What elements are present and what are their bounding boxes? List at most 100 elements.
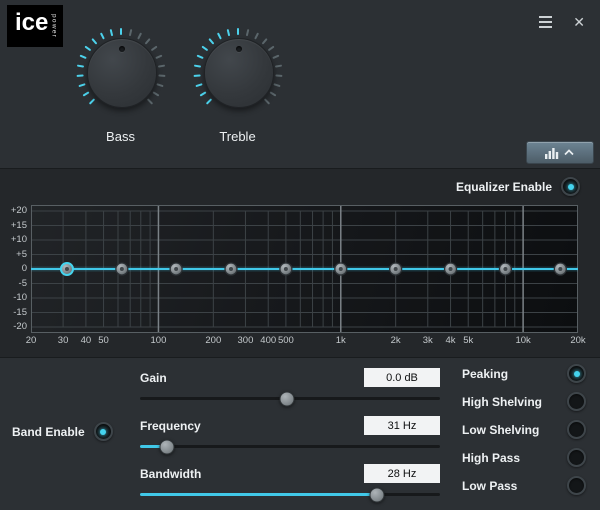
filter-type-list: Peaking High Shelving Low Shelving High Pas… xyxy=(462,364,586,504)
window-controls: ✕ xyxy=(537,14,585,30)
slider-fill xyxy=(140,493,377,496)
filter-type-radio-peaking[interactable] xyxy=(567,364,586,383)
filter-type-high-shelving[interactable]: High Shelving xyxy=(462,392,586,411)
filter-type-label-peaking: Peaking xyxy=(462,367,508,381)
filter-type-low-shelving[interactable]: Low Shelving xyxy=(462,420,586,439)
eq-y-label: -15 xyxy=(13,308,27,318)
plugin-window: ice power ✕ Bass xyxy=(0,0,600,510)
treble-knob[interactable] xyxy=(204,38,274,108)
slider-handle-frequency[interactable] xyxy=(160,439,175,454)
knob-tick xyxy=(208,38,214,45)
slider-track-frequency[interactable] xyxy=(140,445,440,448)
filter-type-label-high-pass: High Pass xyxy=(462,451,520,465)
knob-tick xyxy=(216,32,221,39)
close-icon[interactable]: ✕ xyxy=(573,15,585,29)
menu-icon[interactable] xyxy=(537,14,554,30)
knob-tick xyxy=(78,83,85,87)
knob-tick xyxy=(193,74,200,77)
knob-tick xyxy=(254,32,259,39)
eq-x-label: 40 xyxy=(81,335,92,346)
knob-tick xyxy=(196,54,203,59)
bass-knob-area xyxy=(71,22,171,122)
filter-type-radio-low-pass[interactable] xyxy=(567,476,586,495)
logo-text: ice xyxy=(15,12,48,38)
slider-track-gain[interactable] xyxy=(140,397,440,400)
treble-knob-block: Treble xyxy=(179,22,296,144)
eq-x-label: 200 xyxy=(205,335,221,346)
filter-type-radio-low-shelving[interactable] xyxy=(567,420,586,439)
slider-group-frequency: Frequency31 Hz xyxy=(140,416,440,448)
filter-type-label-high-shelving: High Shelving xyxy=(462,395,542,409)
eq-graph[interactable] xyxy=(31,205,578,333)
filter-type-label-low-pass: Low Pass xyxy=(462,479,517,493)
filter-type-label-low-shelving: Low Shelving xyxy=(462,423,539,437)
equalizer-enable-radio[interactable] xyxy=(561,177,580,196)
knob-tick xyxy=(146,98,152,104)
eq-x-label: 100 xyxy=(151,335,167,346)
eq-x-label: 5k xyxy=(463,335,473,346)
knob-tick xyxy=(201,45,208,51)
knob-tick xyxy=(237,28,239,35)
knob-tick xyxy=(137,32,142,39)
knob-tick xyxy=(195,83,202,87)
knob-tick xyxy=(261,38,267,45)
tone-knobs: Bass Treble xyxy=(62,22,296,144)
filter-type-radio-high-shelving[interactable] xyxy=(567,392,586,411)
eq-y-label: +10 xyxy=(11,235,27,245)
eq-x-label: 1k xyxy=(336,335,346,346)
slider-handle-bandwidth[interactable] xyxy=(370,487,385,502)
knob-tick xyxy=(273,83,280,87)
knob-tick xyxy=(79,54,86,59)
filter-type-radio-high-pass[interactable] xyxy=(567,448,586,467)
slider-group-gain: Gain 0.0 dB xyxy=(140,368,440,400)
eq-x-label: 50 xyxy=(98,335,109,346)
slider-label-bandwidth: Bandwidth xyxy=(140,467,201,481)
eq-x-label: 10k xyxy=(515,335,530,346)
bass-knob[interactable] xyxy=(87,38,157,108)
eq-x-label: 3k xyxy=(423,335,433,346)
eq-y-label: -5 xyxy=(19,279,27,289)
knob-tick xyxy=(82,91,89,96)
band-sliders: Gain 0.0 dB Frequency31 Hz Bandwidth 28 Hz xyxy=(140,368,440,510)
band-enable-radio[interactable] xyxy=(94,422,113,441)
bass-knob-block: Bass xyxy=(62,22,179,144)
filter-type-high-pass[interactable]: High Pass xyxy=(462,448,586,467)
bass-knob-label: Bass xyxy=(62,129,179,144)
band-controls-section: Band Enable Gain 0.0 dB Frequency31 Hz Band… xyxy=(0,358,600,510)
eq-band-node-center xyxy=(339,267,343,271)
eq-band-node-center xyxy=(394,267,398,271)
knob-indicator-dot xyxy=(119,46,125,52)
logo-subtext: power xyxy=(50,12,57,38)
knob-tick xyxy=(128,28,132,35)
eq-x-label: 400 xyxy=(260,335,276,346)
knob-tick xyxy=(245,28,249,35)
knob-tick xyxy=(157,64,164,67)
eq-x-label: 300 xyxy=(238,335,254,346)
filter-type-peaking[interactable]: Peaking xyxy=(462,364,586,383)
eq-y-label: -10 xyxy=(13,293,27,303)
knob-indicator-dot xyxy=(236,46,242,52)
slider-handle-gain[interactable] xyxy=(280,391,295,406)
eq-y-label: +15 xyxy=(11,221,27,231)
slider-value-gain[interactable]: 0.0 dB xyxy=(364,368,440,387)
slider-value-frequency[interactable]: 31 Hz xyxy=(364,416,440,435)
equalizer-panel: Equalizer Enable +20+15+10+50-5-10-15-20… xyxy=(0,168,600,358)
slider-label-gain: Gain xyxy=(140,371,167,385)
eq-x-label: 20 xyxy=(26,335,37,346)
eq-band-node-center xyxy=(229,267,233,271)
eq-band-node-center xyxy=(65,267,69,271)
knob-tick xyxy=(267,45,274,51)
knob-tick xyxy=(120,28,122,35)
knob-tick xyxy=(263,98,269,104)
eq-band-node-center xyxy=(120,267,124,271)
knob-tick xyxy=(84,45,91,51)
filter-type-low-pass[interactable]: Low Pass xyxy=(462,476,586,495)
eq-collapse-button[interactable] xyxy=(526,141,594,164)
knob-tick xyxy=(193,64,200,67)
knob-tick xyxy=(76,74,83,77)
ice-power-logo: ice power xyxy=(7,5,63,47)
slider-track-bandwidth[interactable] xyxy=(140,493,440,496)
knob-tick xyxy=(99,32,104,39)
band-enable-row: Band Enable xyxy=(12,422,113,441)
slider-value-bandwidth[interactable]: 28 Hz xyxy=(364,464,440,483)
